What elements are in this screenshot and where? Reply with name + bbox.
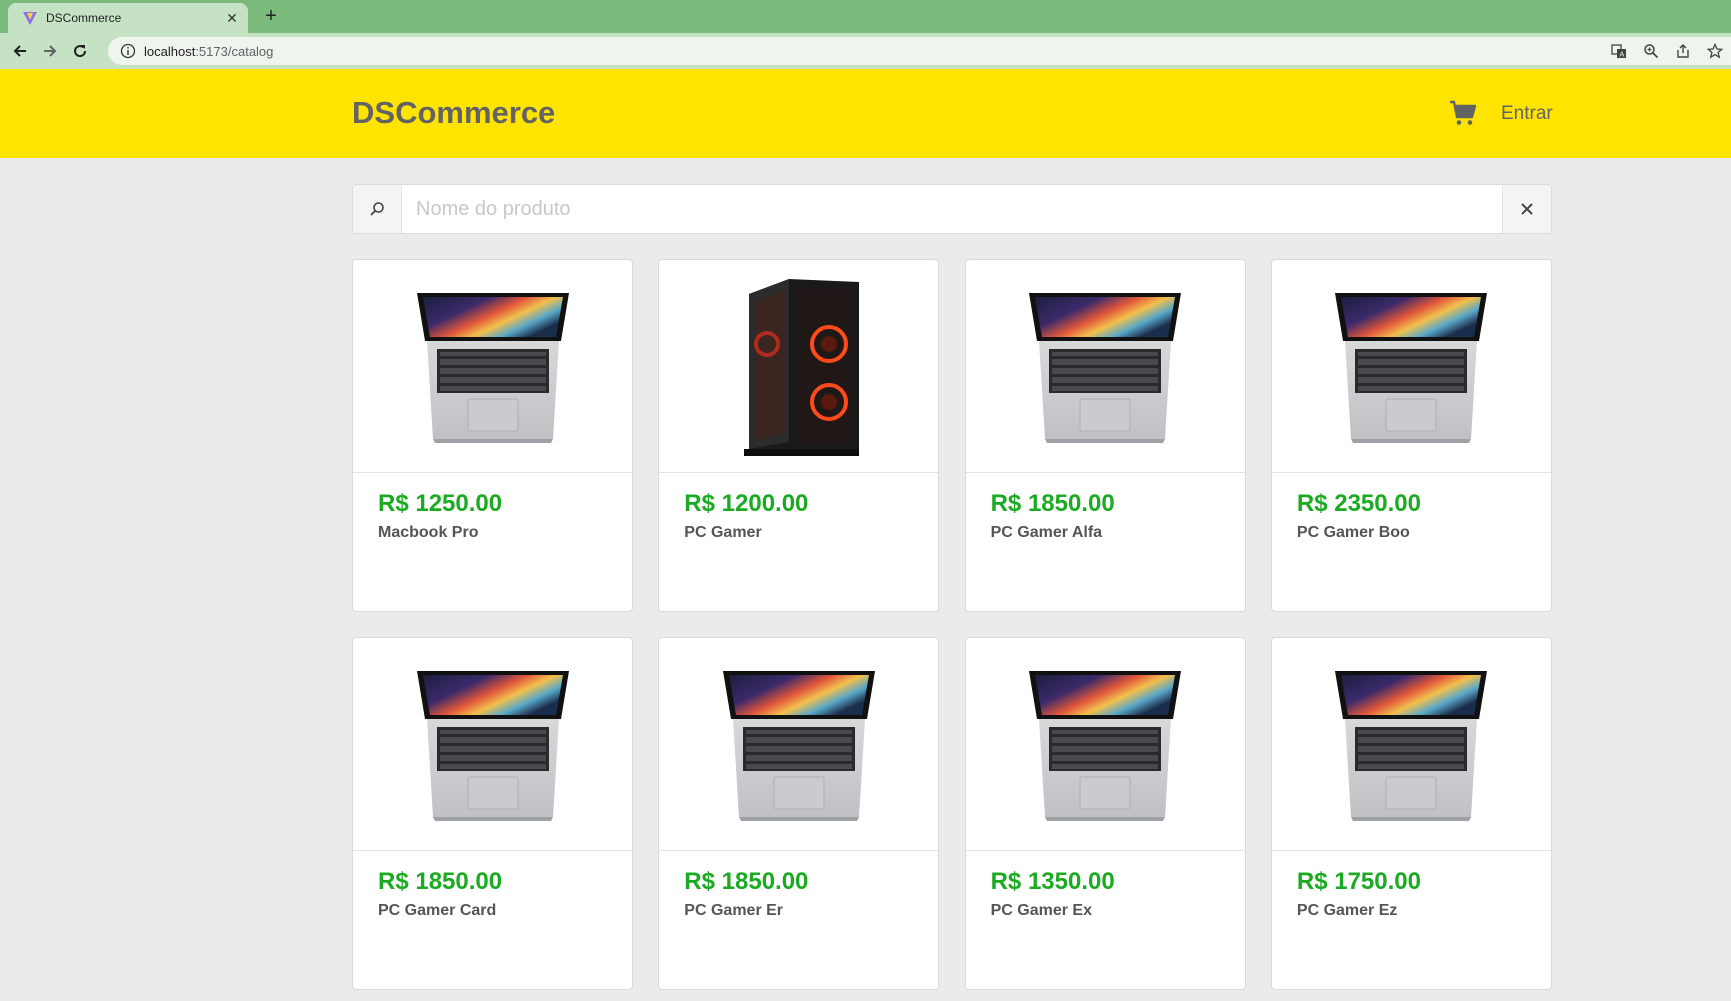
product-card[interactable]: R$ 1250.00 Macbook Pro	[352, 259, 633, 612]
product-card[interactable]: R$ 1750.00 PC Gamer Ez	[1270, 637, 1552, 990]
product-price: R$ 1750.00	[1296, 868, 1421, 895]
clear-search-button[interactable]	[1502, 185, 1551, 233]
product-grid: R$ 1250.00 Macbook Pro R$ 1200.00 PC Gamer	[352, 259, 1552, 990]
product-name: PC Gamer Ez	[1296, 902, 1398, 919]
laptop-image	[1029, 670, 1182, 821]
laptop-image	[1029, 292, 1182, 443]
share-icon[interactable]	[1667, 37, 1699, 65]
site-info-icon[interactable]	[120, 43, 136, 59]
browser-toolbar: localhost:5173/catalog A	[0, 33, 1731, 69]
laptop-image	[1335, 670, 1488, 821]
search-button[interactable]	[353, 185, 402, 233]
product-card[interactable]: R$ 1850.00 PC Gamer Alfa	[964, 259, 1246, 612]
product-price: R$ 1200.00	[684, 490, 809, 517]
vite-favicon-icon	[23, 12, 37, 25]
url-text: localhost:5173/catalog	[144, 44, 273, 59]
svg-text:A: A	[1620, 51, 1625, 59]
tab-title: DSCommerce	[46, 11, 122, 25]
product-card[interactable]: R$ 2350.00 PC Gamer Boo	[1270, 259, 1552, 612]
app-header: DSCommerce Entrar	[0, 69, 1731, 158]
browser-tab[interactable]: DSCommerce ✕	[8, 3, 248, 33]
product-price: R$ 1850.00	[990, 490, 1115, 517]
product-image[interactable]	[659, 260, 939, 473]
product-name: PC Gamer Boo	[1296, 524, 1410, 541]
product-name: PC Gamer Card	[378, 902, 497, 919]
laptop-image	[722, 670, 875, 821]
laptop-image	[1335, 292, 1488, 443]
product-name: PC Gamer	[684, 524, 762, 541]
zoom-icon[interactable]	[1635, 37, 1667, 65]
product-image[interactable]	[965, 260, 1245, 473]
close-icon	[1521, 203, 1533, 215]
bookmark-star-icon[interactable]	[1699, 37, 1731, 65]
product-image[interactable]	[659, 638, 939, 851]
reload-icon[interactable]	[66, 37, 94, 65]
product-name: PC Gamer Alfa	[990, 524, 1103, 541]
product-price: R$ 1350.00	[990, 868, 1115, 895]
login-link[interactable]: Entrar	[1501, 103, 1553, 125]
laptop-image	[416, 670, 569, 821]
address-bar[interactable]: localhost:5173/catalog A	[108, 37, 1731, 65]
url-host: localhost	[144, 43, 196, 59]
product-card[interactable]: R$ 1850.00 PC Gamer Card	[352, 637, 633, 990]
search-input[interactable]	[403, 185, 1501, 233]
product-image[interactable]	[965, 638, 1245, 851]
product-card[interactable]: R$ 1200.00 PC Gamer	[658, 259, 940, 612]
product-card[interactable]: R$ 1850.00 PC Gamer Er	[658, 637, 940, 990]
product-image[interactable]	[353, 638, 632, 851]
product-image[interactable]	[1271, 260, 1551, 473]
product-price: R$ 1850.00	[684, 868, 809, 895]
search-icon	[370, 202, 384, 216]
tab-close-icon[interactable]: ✕	[224, 10, 240, 27]
brand-logo[interactable]: DSCommerce	[352, 95, 555, 131]
product-price: R$ 1250.00	[378, 490, 503, 517]
product-image[interactable]	[353, 260, 632, 473]
url-path: /catalog	[227, 43, 274, 59]
browser-tab-bar: DSCommerce ✕ +	[0, 0, 1731, 33]
translate-icon[interactable]: A	[1603, 37, 1635, 65]
product-price: R$ 2350.00	[1296, 490, 1421, 517]
new-tab-icon[interactable]: +	[260, 5, 282, 27]
laptop-image	[416, 292, 569, 443]
url-port: :5173	[195, 43, 228, 59]
search-bar	[352, 184, 1552, 234]
product-image[interactable]	[1271, 638, 1551, 851]
product-name: PC Gamer Er	[684, 902, 784, 919]
product-name: Macbook Pro	[378, 524, 479, 541]
pc-tower-image	[743, 278, 859, 456]
product-price: R$ 1850.00	[378, 868, 503, 895]
product-name: PC Gamer Ex	[990, 902, 1092, 919]
forward-arrow-icon[interactable]	[36, 37, 64, 65]
cart-icon[interactable]	[1449, 99, 1477, 127]
product-card[interactable]: R$ 1350.00 PC Gamer Ex	[964, 637, 1246, 990]
back-arrow-icon[interactable]	[6, 37, 34, 65]
